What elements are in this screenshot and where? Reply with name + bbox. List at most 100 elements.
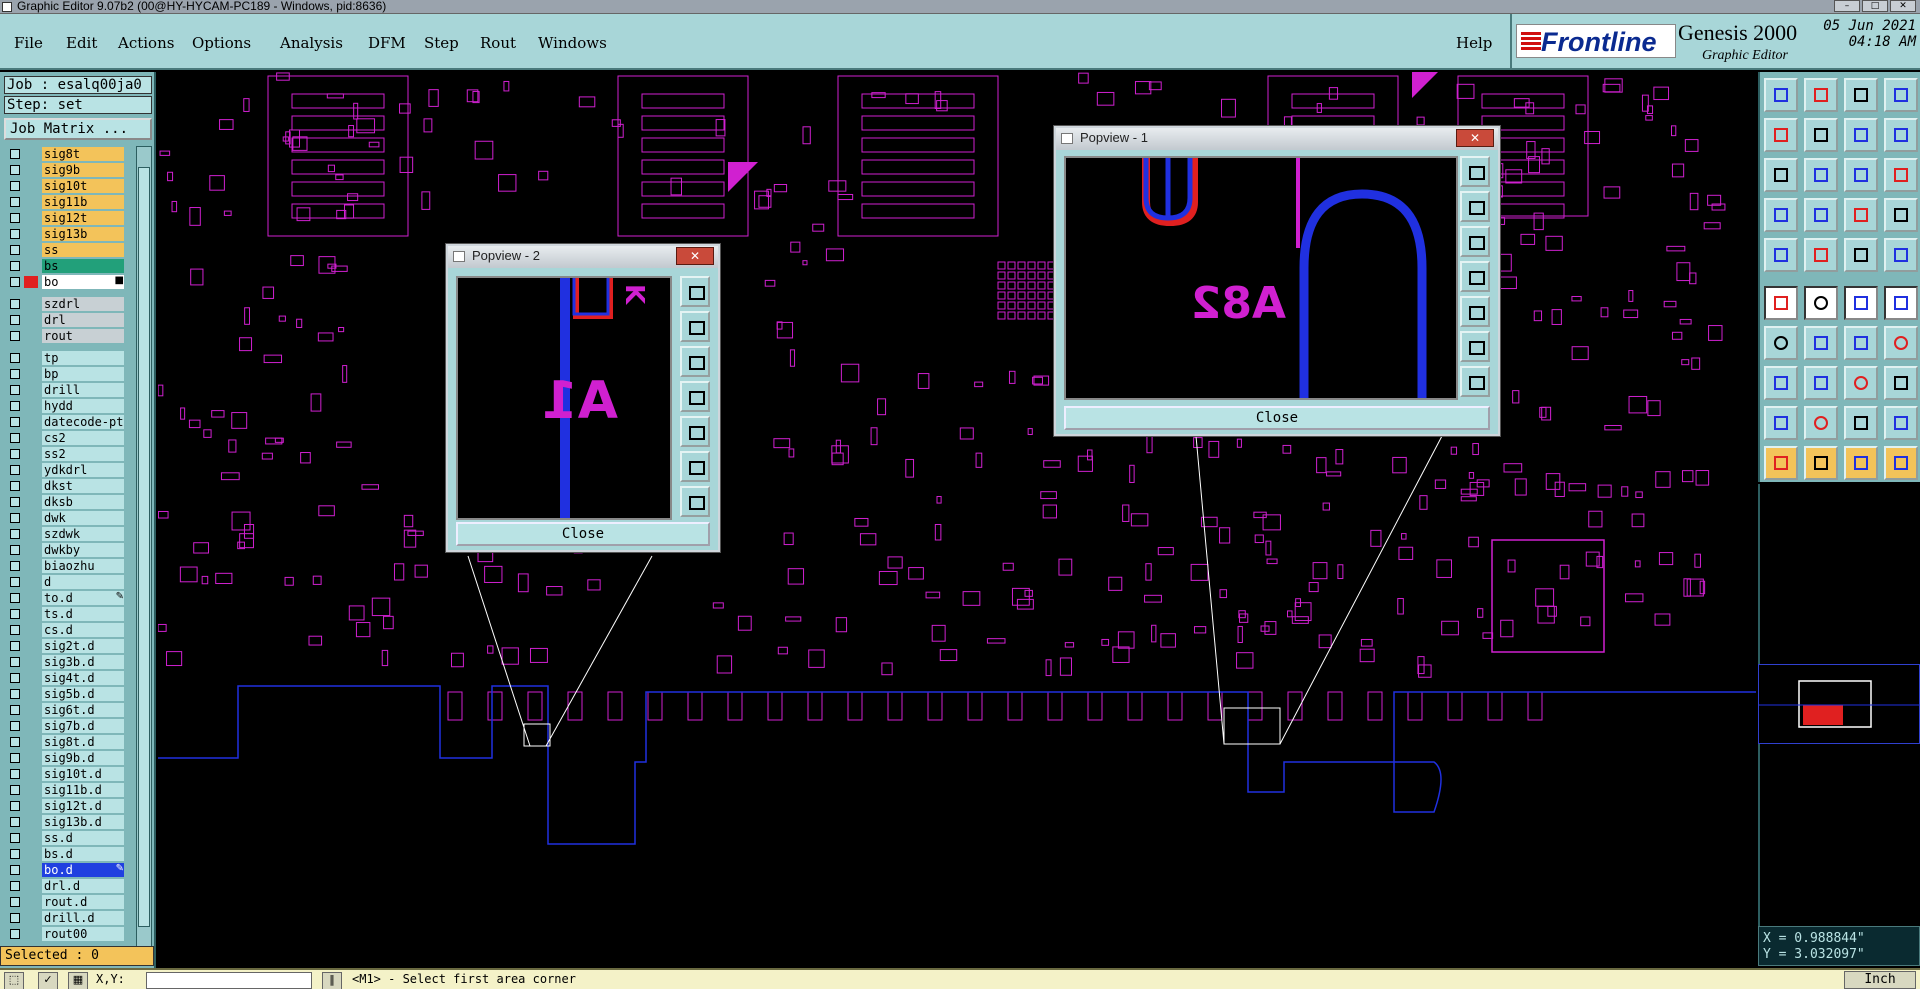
layer-checkbox[interactable] <box>10 331 20 341</box>
layer-row-tp[interactable]: tp <box>4 350 124 366</box>
scrollbar-thumb[interactable] <box>138 167 150 927</box>
layer-row-sig3b-d[interactable]: sig3b.d <box>4 654 124 670</box>
layer-row-sig8t-d[interactable]: sig8t.d <box>4 734 124 750</box>
layer-name[interactable]: tp <box>42 351 124 365</box>
layer-list-scrollbar[interactable] <box>136 146 152 956</box>
layer-checkbox[interactable] <box>10 417 20 427</box>
layer-name[interactable]: szdrl <box>42 297 124 311</box>
layer-row-sig7b-d[interactable]: sig7b.d <box>4 718 124 734</box>
popview-pan-down-icon[interactable] <box>680 346 710 377</box>
add-line-icon[interactable] <box>1764 286 1798 320</box>
unit-selector[interactable]: Inch <box>1844 971 1916 989</box>
menu-options[interactable]: Options <box>192 34 251 52</box>
layer-checkbox[interactable] <box>10 315 20 325</box>
menu-edit[interactable]: Edit <box>66 34 97 52</box>
popview-2-close-button[interactable]: Close <box>456 522 710 546</box>
layer-row-szdrl[interactable]: szdrl <box>4 296 124 312</box>
job-matrix-button[interactable]: Job Matrix ... <box>4 118 152 140</box>
line-icon[interactable] <box>1764 326 1798 360</box>
layer-checkbox[interactable] <box>10 385 20 395</box>
layer-name[interactable]: bo ■ <box>42 275 124 289</box>
layer-name[interactable]: drl <box>42 313 124 327</box>
graphic-canvas[interactable] <box>158 72 1756 974</box>
layer-name[interactable]: drill.d <box>42 911 124 925</box>
layer-name[interactable]: sig12t <box>42 211 124 225</box>
layer-row-drill[interactable]: drill <box>4 382 124 398</box>
mirror-icon[interactable] <box>1884 326 1918 360</box>
popview-pan-left-icon[interactable] <box>680 381 710 412</box>
layer-checkbox[interactable] <box>10 833 20 843</box>
layer-checkbox[interactable] <box>10 849 20 859</box>
layer-name[interactable]: dkst <box>42 479 124 493</box>
triangle-icon[interactable] <box>1764 406 1798 440</box>
layer-row-sig9b[interactable]: sig9b <box>4 162 124 178</box>
layer-row-sig11b[interactable]: sig11b <box>4 194 124 210</box>
layer-row-bs-d[interactable]: bs.d <box>4 846 124 862</box>
select-icon[interactable] <box>1804 446 1838 480</box>
layer-name[interactable]: cs.d <box>42 623 124 637</box>
layer-name[interactable]: sig8t.d <box>42 735 124 749</box>
layer-row-ts-d[interactable]: ts.d <box>4 606 124 622</box>
layer-checkbox[interactable] <box>10 881 20 891</box>
layer-name[interactable]: sig5b.d <box>42 687 124 701</box>
layer-name[interactable]: ss.d <box>42 831 124 845</box>
snap-icon[interactable] <box>1764 238 1798 272</box>
layer-checkbox[interactable] <box>10 149 20 159</box>
layer-checkbox[interactable] <box>10 625 20 635</box>
layer-row-drl[interactable]: drl <box>4 312 124 328</box>
overview-minimap[interactable] <box>1758 664 1920 744</box>
layer-checkbox[interactable] <box>10 497 20 507</box>
layer-row-sig9b-d[interactable]: sig9b.d <box>4 750 124 766</box>
layer-name[interactable]: sig11b <box>42 195 124 209</box>
layer-row-cs-d[interactable]: cs.d <box>4 622 124 638</box>
select-net-icon[interactable] <box>1884 446 1918 480</box>
layer-name[interactable]: ts.d <box>42 607 124 621</box>
menu-actions[interactable]: Actions <box>118 34 174 52</box>
layer-checkbox[interactable] <box>10 785 20 795</box>
layer-name[interactable]: bs <box>42 259 124 273</box>
layer-checkbox[interactable] <box>10 245 20 255</box>
popview-2-view[interactable]: K A1 <box>456 276 672 520</box>
layer-checkbox[interactable] <box>10 449 20 459</box>
layer-row-bo[interactable]: bo ■ <box>4 274 124 290</box>
layer-checkbox[interactable] <box>10 721 20 731</box>
layer-row-sig10t-d[interactable]: sig10t.d <box>4 766 124 782</box>
layer-checkbox[interactable] <box>10 737 20 747</box>
layer-row-drill-d[interactable]: drill.d <box>4 910 124 926</box>
rotate-icon[interactable] <box>1844 326 1878 360</box>
layers-alt-icon[interactable] <box>1884 198 1918 232</box>
layer-name[interactable]: dksb <box>42 495 124 509</box>
area-select-icon[interactable] <box>1804 238 1838 272</box>
layer-name[interactable]: drl.d <box>42 879 124 893</box>
layer-row-bp[interactable]: bp <box>4 366 124 382</box>
layer-row-sig12t-d[interactable]: sig12t.d <box>4 798 124 814</box>
layer-row-drl-d[interactable]: drl.d <box>4 878 124 894</box>
layer-name[interactable]: sig9b <box>42 163 124 177</box>
layer-checkbox[interactable] <box>10 213 20 223</box>
layer-row-ss-d[interactable]: ss.d <box>4 830 124 846</box>
layer-checkbox[interactable] <box>10 433 20 443</box>
layer-checkbox[interactable] <box>10 913 20 923</box>
layer-name[interactable]: sig9b.d <box>42 751 124 765</box>
layer-row-sig8t[interactable]: sig8t <box>4 146 124 162</box>
popview-1-view[interactable]: A82 <box>1064 156 1458 400</box>
open-job-icon[interactable] <box>1764 78 1798 112</box>
resize-icon[interactable] <box>1844 366 1878 400</box>
layer-name[interactable]: sig2t.d <box>42 639 124 653</box>
layer-checkbox[interactable] <box>10 801 20 811</box>
layer-checkbox[interactable] <box>10 673 20 683</box>
layer-name[interactable]: cs2 <box>42 431 124 445</box>
menu-step[interactable]: Step <box>424 34 459 52</box>
popview-pan-down-icon[interactable] <box>1460 226 1490 257</box>
layer-checkbox[interactable] <box>10 229 20 239</box>
layer-name[interactable]: sig10t <box>42 179 124 193</box>
arc-icon[interactable] <box>1804 326 1838 360</box>
popview-pan-right-icon[interactable] <box>1460 296 1490 327</box>
layer-row-szdwk[interactable]: szdwk <box>4 526 124 542</box>
layer-name[interactable]: to.d ✎ <box>42 591 124 605</box>
layer-row-d[interactable]: d <box>4 574 124 590</box>
popview-pan-up-icon[interactable] <box>680 311 710 342</box>
status-grid-icon[interactable]: ▦ <box>68 972 88 989</box>
popview-1-close-button[interactable]: Close <box>1064 406 1490 430</box>
popview-zoom-fit-icon[interactable] <box>680 276 710 307</box>
